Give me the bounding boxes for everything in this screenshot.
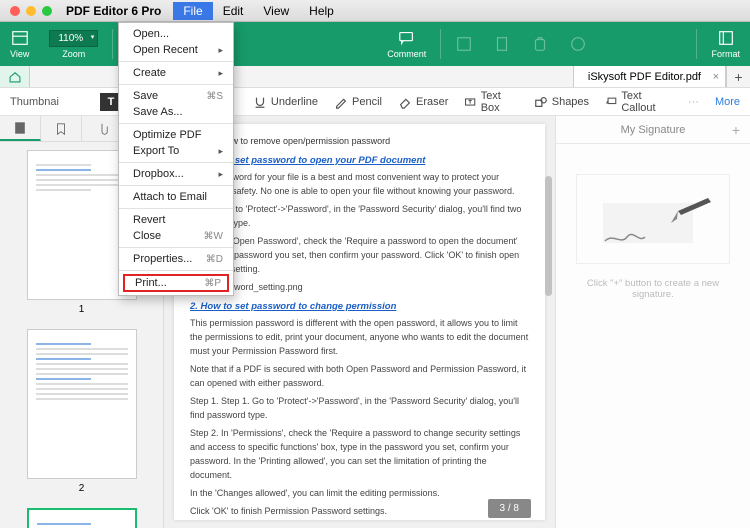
menu-create[interactable]: Create (119, 65, 233, 81)
menu-file[interactable]: File (173, 2, 212, 20)
menu-dropbox[interactable]: Dropbox... (119, 166, 233, 182)
document-tab[interactable]: iSkysoft PDF Editor.pdf × (573, 66, 726, 87)
thumbnail-page-2[interactable] (27, 329, 137, 479)
close-icon[interactable]: × (713, 71, 719, 83)
tool-disabled-1 (445, 22, 483, 66)
menu-open[interactable]: Open... (119, 26, 233, 42)
menu-close[interactable]: Close⌘W (119, 228, 233, 244)
signature-hint: Click "+" button to create a new signatu… (556, 278, 750, 300)
menu-view[interactable]: View (253, 2, 299, 20)
window-controls[interactable] (0, 6, 62, 16)
more-tools[interactable]: More (715, 96, 740, 108)
vertical-scrollbar[interactable] (542, 116, 554, 528)
view-button[interactable]: View (0, 22, 39, 66)
menu-properties[interactable]: Properties...⌘D (119, 251, 233, 267)
view-icon (11, 29, 29, 47)
callout-tool[interactable]: Text Callout (605, 90, 672, 114)
signature-preview (576, 174, 730, 264)
menu-attach-email[interactable]: Attach to Email (119, 189, 233, 205)
signature-panel: My Signature + Click "+" button to creat… (555, 116, 750, 528)
page-indicator[interactable]: 3 / 8 (488, 499, 531, 518)
main-toolbar: View 110% Zoom Comment Format (0, 22, 750, 66)
menu-help[interactable]: Help (299, 2, 344, 20)
pencil-tool[interactable]: Pencil (334, 95, 382, 109)
format-icon (717, 29, 735, 47)
underline-tool[interactable]: Underline (253, 95, 318, 109)
side-tab-thumbnails[interactable] (0, 116, 41, 141)
eraser-tool[interactable]: Eraser (398, 95, 448, 109)
titlebar: PDF Editor 6 Pro File Edit View Help (0, 0, 750, 22)
add-signature-button[interactable]: + (732, 122, 740, 138)
menu-print[interactable]: Print...⌘P (123, 274, 229, 292)
shapes-tool[interactable]: Shapes (534, 95, 589, 109)
document-tabs: iSkysoft PDF Editor.pdf × + (0, 66, 750, 88)
comment-icon (398, 29, 416, 47)
thumbnail-page-3[interactable] (27, 508, 137, 528)
side-tab-bookmarks[interactable] (41, 116, 82, 141)
zoom-control[interactable]: 110% Zoom (39, 22, 108, 66)
menu-edit[interactable]: Edit (213, 2, 254, 20)
menu-open-recent[interactable]: Open Recent (119, 42, 233, 58)
tool-disabled-4 (559, 22, 597, 66)
annotation-toolbar: Thumbnai T Underline Pencil Eraser Text … (0, 88, 750, 116)
signature-title: My Signature (621, 124, 686, 136)
menu-save[interactable]: Save⌘S (119, 88, 233, 104)
tool-disabled-3 (521, 22, 559, 66)
menu-revert[interactable]: Revert (119, 212, 233, 228)
side-tab-attachments[interactable] (82, 116, 123, 141)
zoom-value[interactable]: 110% (49, 30, 98, 47)
menu-optimize[interactable]: Optimize PDF (119, 127, 233, 143)
app-title: PDF Editor 6 Pro (66, 4, 161, 18)
home-tab[interactable] (0, 66, 30, 87)
menu-export[interactable]: Export To (119, 143, 233, 159)
tool-disabled-2 (483, 22, 521, 66)
format-button[interactable]: Format (701, 22, 750, 66)
file-menu: Open... Open Recent Create Save⌘S Save A… (118, 22, 234, 296)
menubar: File Edit View Help (173, 2, 344, 20)
textbox-tool[interactable]: Text Box (464, 90, 517, 114)
thumbnails-label: Thumbnai (10, 96, 106, 108)
comment-button[interactable]: Comment (377, 22, 436, 66)
new-tab-button[interactable]: + (726, 66, 750, 87)
menu-save-as[interactable]: Save As... (119, 104, 233, 120)
